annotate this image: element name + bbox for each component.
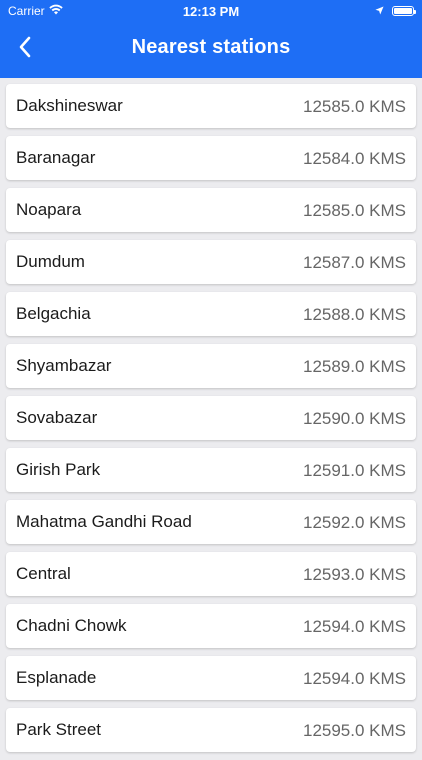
station-name: Mahatma Gandhi Road (16, 512, 192, 531)
station-distance: 12587.0 KMS (302, 253, 406, 272)
station-row[interactable]: Chadni Chowk 12594.0 KMS (6, 604, 416, 648)
station-distance: 12585.0 KMS (302, 201, 406, 220)
station-name: Dumdum (16, 252, 85, 271)
station-name: Noapara (16, 200, 82, 219)
station-distance: 12591.0 KMS (302, 461, 406, 480)
station-name: Park Street (16, 720, 102, 739)
station-distance: 12589.0 KMS (302, 357, 406, 376)
station-name: Dakshineswar (16, 96, 123, 115)
station-row[interactable]: Esplanade 12594.0 KMS (6, 656, 416, 700)
battery-icon (392, 6, 416, 16)
station-row[interactable]: Shyambazar 12589.0 KMS (6, 344, 416, 388)
station-name: Central (16, 564, 71, 583)
station-name: Belgachia (16, 304, 91, 323)
station-distance: 12585.0 KMS (302, 97, 406, 116)
status-right (375, 4, 416, 18)
status-time: 12:13 PM (182, 4, 240, 19)
station-row[interactable]: Baranagar 12584.0 KMS (6, 136, 416, 180)
station-row[interactable]: Belgachia 12588.0 KMS (6, 292, 416, 336)
location-arrow-icon (375, 4, 384, 18)
station-distance: 12590.0 KMS (302, 409, 406, 428)
station-distance: 12593.0 KMS (302, 565, 406, 584)
station-list: Dakshineswar 12585.0 KMS Baranagar 12584.0 … (6, 84, 416, 760)
station-row[interactable]: Girish Park 12591.0 KMS (6, 448, 416, 492)
station-row[interactable]: Dumdum 12587.0 KMS (6, 240, 416, 284)
station-distance: 12595.0 KMS (302, 721, 406, 740)
station-distance: 12594.0 KMS (302, 617, 406, 636)
station-row[interactable]: Mahatma Gandhi Road 12592.0 KMS (6, 500, 416, 544)
station-distance: 12588.0 KMS (302, 305, 406, 324)
station-distance: 12594.0 KMS (302, 669, 406, 688)
station-distance: 12584.0 KMS (302, 149, 406, 168)
station-row[interactable]: Dakshineswar 12585.0 KMS (6, 84, 416, 128)
station-distance: 12592.0 KMS (302, 513, 406, 532)
station-row[interactable]: Noapara 12585.0 KMS (6, 188, 416, 232)
nav-bar: Nearest stations (0, 24, 422, 76)
station-name: Esplanade (16, 668, 97, 687)
station-row[interactable]: Central 12593.0 KMS (6, 552, 416, 596)
page-title: Nearest stations (131, 36, 291, 58)
status-bar: Carrier 12:13 PM (0, 0, 422, 24)
station-name: Sovabazar (16, 408, 98, 427)
station-row[interactable]: Park Street 12595.0 KMS (6, 708, 416, 752)
station-row[interactable]: Sovabazar 12590.0 KMS (6, 396, 416, 440)
app-header: Carrier 12:13 PM Nearest stations (0, 0, 422, 78)
battery-fill (394, 8, 412, 14)
station-name: Girish Park (16, 460, 101, 479)
station-name: Chadni Chowk (16, 616, 127, 635)
station-name: Shyambazar (16, 356, 112, 375)
station-name: Baranagar (16, 148, 96, 167)
